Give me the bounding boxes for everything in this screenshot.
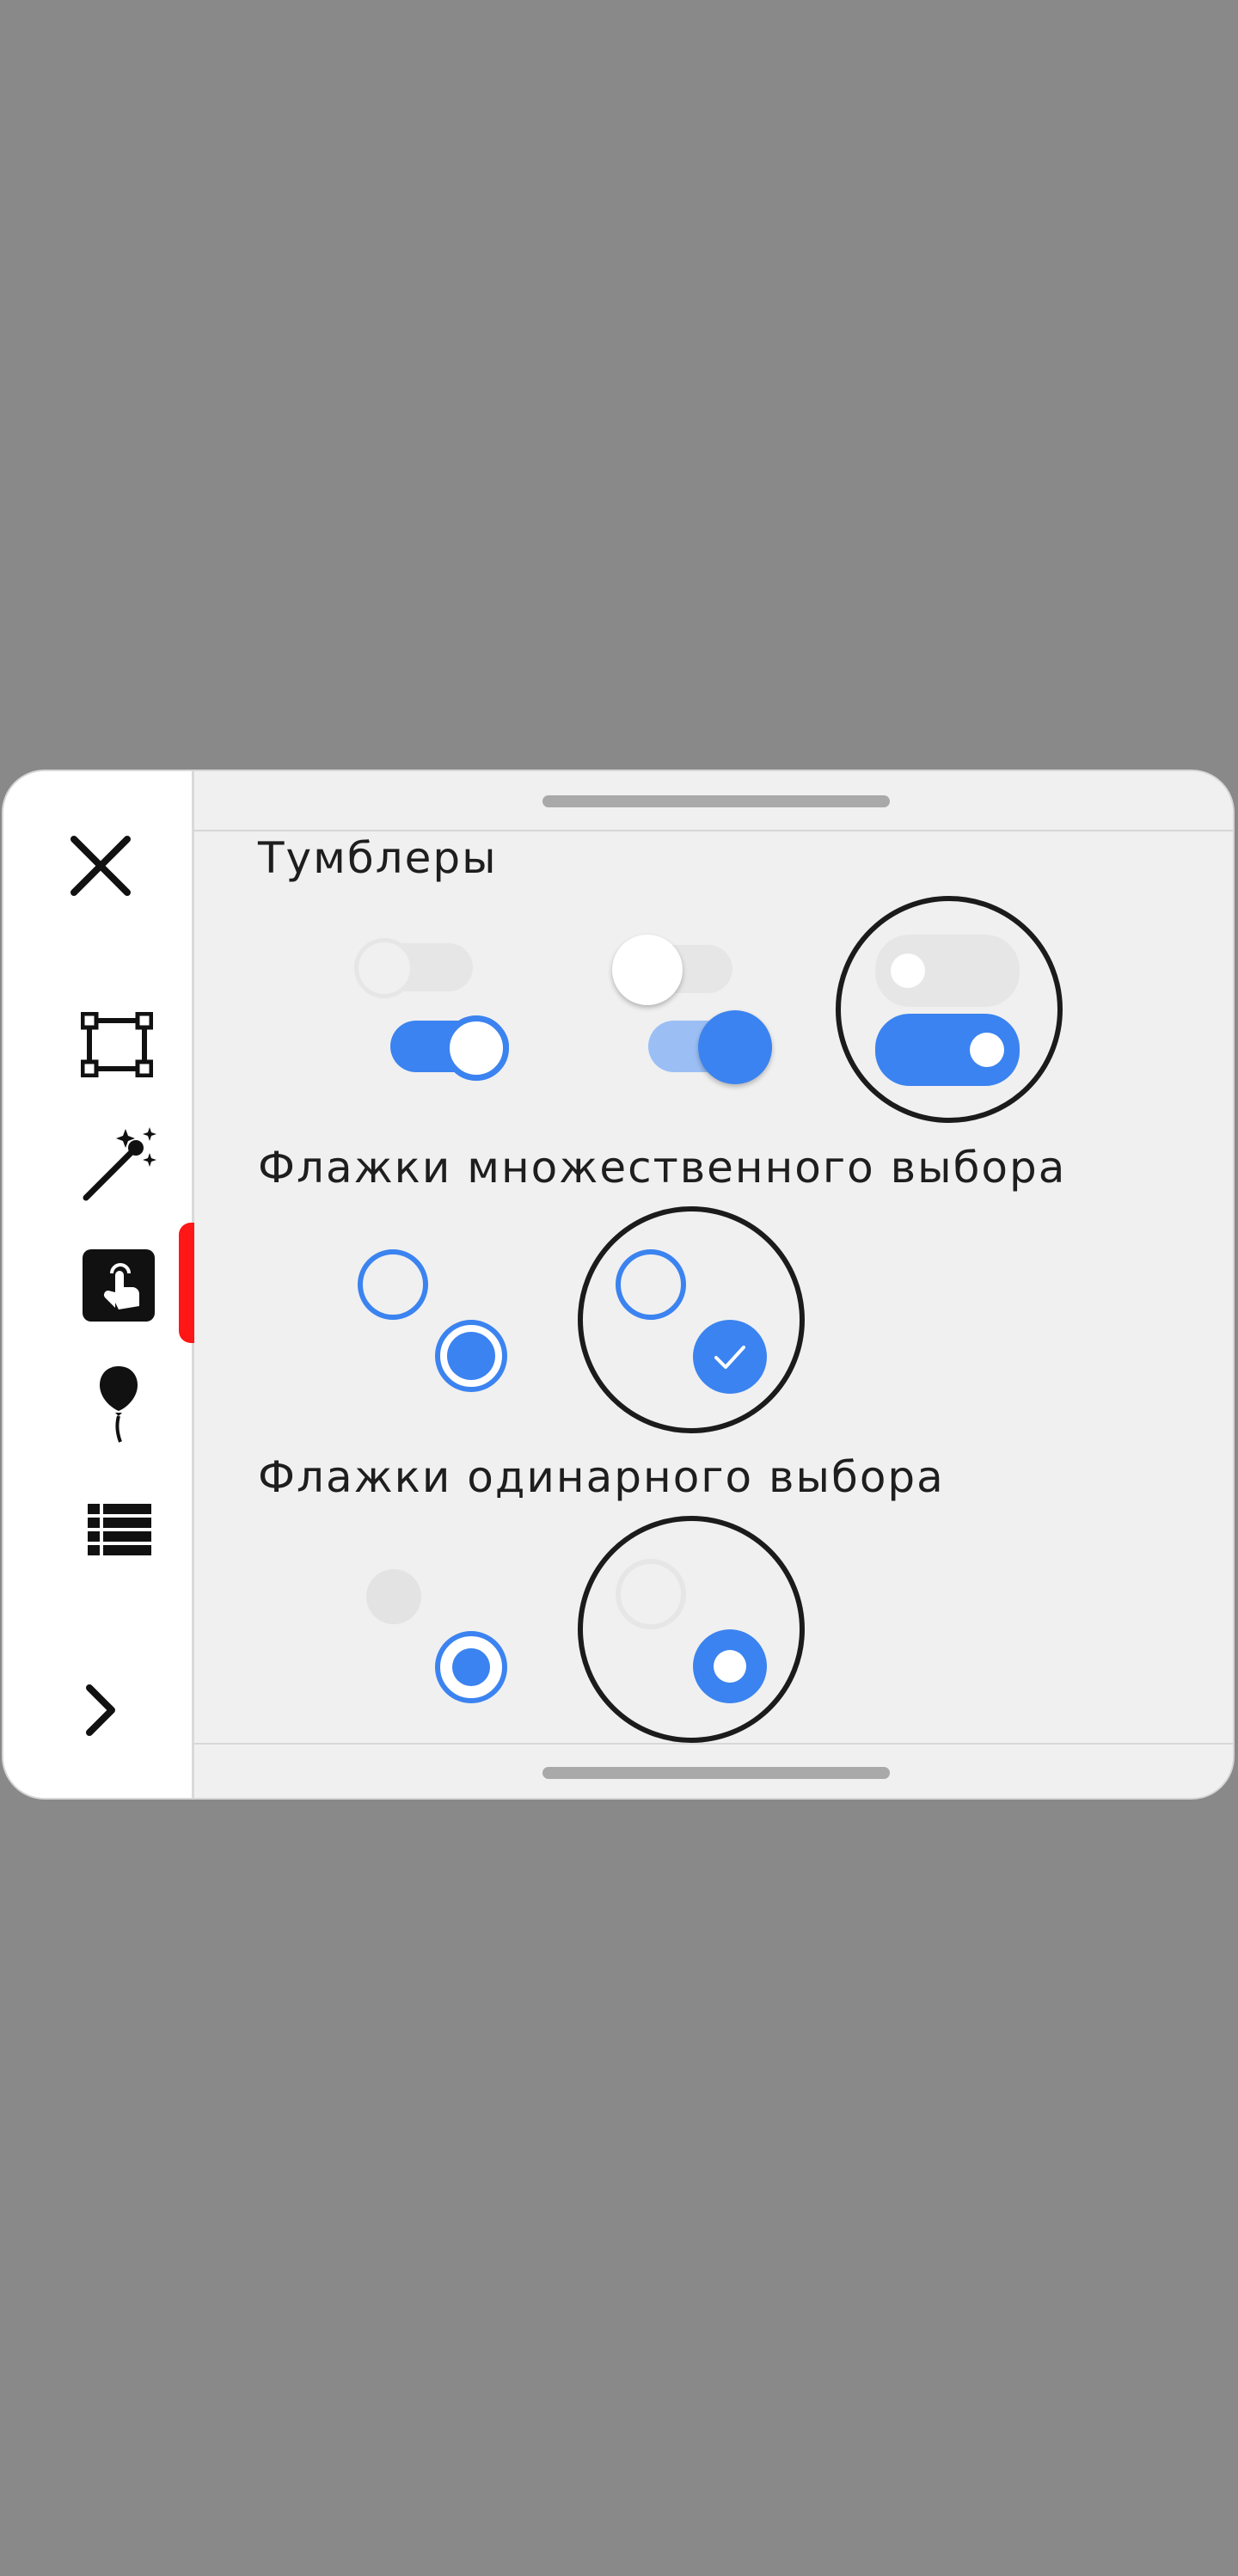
radio-highlight-ring [578,1516,805,1743]
checkbox-checked[interactable] [435,1320,507,1392]
top-drag-handle[interactable] [542,795,890,807]
bottom-drag-handle[interactable] [542,1767,890,1779]
dimmed-background-bottom [0,1806,1238,2576]
magic-wand-icon[interactable] [81,1124,160,1203]
close-icon[interactable] [70,836,131,896]
checkboxes-section-title: Флажки множественного выбора [258,1143,1067,1193]
top-divider [194,830,1233,831]
dimmed-background-top [0,0,1238,768]
controls-panel: Тумблеры Флажки множественного выбора Фл… [2,770,1235,1800]
toggle-highlight-ring [836,896,1063,1123]
touch-tool-button[interactable] [83,1249,155,1322]
radio-unselected-disabled[interactable] [366,1569,421,1624]
controls-showcase: Тумблеры Флажки множественного выбора Фл… [194,771,1233,1798]
tool-sidebar [3,771,194,1798]
radio-selected-highlighted[interactable] [693,1629,767,1703]
chevron-right-icon[interactable] [84,1683,119,1738]
radio-selected[interactable] [435,1631,507,1703]
select-frame-icon[interactable] [81,1012,153,1077]
checkbox-unchecked[interactable] [358,1249,428,1320]
radio-unselected-highlighted[interactable] [616,1559,686,1629]
bottom-divider [194,1743,1233,1745]
touch-gesture-icon [104,1263,139,1309]
list-icon[interactable] [88,1504,151,1555]
checkbox-highlight-ring [578,1206,805,1433]
checkmark-icon [714,1346,745,1369]
radios-section-title: Флажки одинарного выбора [258,1452,945,1502]
checkbox-checked-highlighted[interactable] [693,1320,767,1394]
balloon-icon[interactable] [98,1365,139,1444]
toggles-section-title: Тумблеры [258,833,498,883]
checkbox-unchecked-highlighted[interactable] [616,1249,686,1320]
